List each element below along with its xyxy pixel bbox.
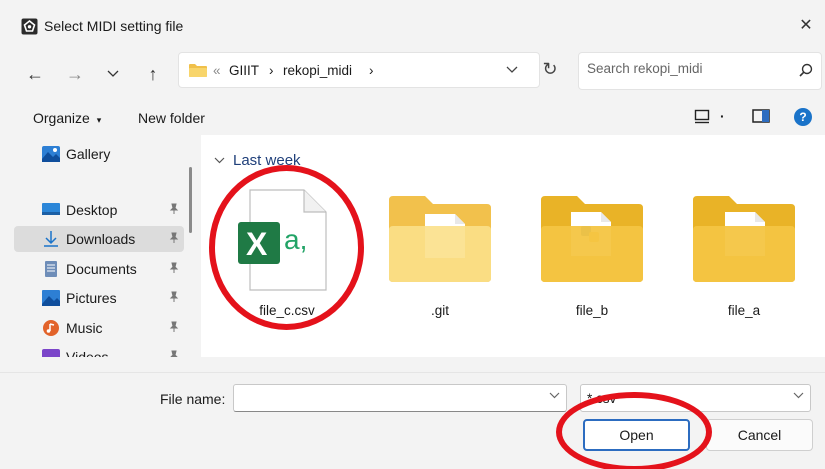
new-folder-button[interactable]: New folder bbox=[138, 110, 205, 126]
sidebar-item-label: Gallery bbox=[66, 146, 111, 162]
sidebar-item-desktop[interactable]: Desktop bbox=[14, 197, 184, 223]
sidebar-item-music[interactable]: Music bbox=[14, 315, 184, 341]
chevron-down-icon bbox=[214, 157, 225, 164]
download-icon bbox=[44, 231, 58, 247]
group-header-last-week[interactable]: Last week bbox=[214, 152, 301, 169]
excel-badge-letter: X bbox=[246, 226, 268, 262]
group-label: Last week bbox=[233, 152, 301, 169]
up-arrow-icon: ↑ bbox=[148, 63, 158, 84]
sidebar-item-videos[interactable]: Videos bbox=[14, 344, 184, 357]
file-item-file-b[interactable]: file_b bbox=[537, 186, 647, 326]
pin-icon bbox=[169, 262, 179, 273]
folder-icon bbox=[389, 196, 491, 282]
address-bar[interactable]: « GIIIT › rekopi_midi › bbox=[178, 52, 540, 88]
folder-python-icon bbox=[541, 196, 643, 282]
file-name-input[interactable] bbox=[240, 390, 540, 405]
file-item-file-a[interactable]: file_a bbox=[689, 186, 799, 326]
csv-badge-suffix: a, bbox=[284, 224, 308, 255]
documents-icon bbox=[45, 261, 57, 277]
organize-button[interactable]: Organize ▾ bbox=[33, 110, 101, 126]
close-button[interactable]: ✕ bbox=[790, 8, 822, 42]
help-glyph: ? bbox=[799, 110, 807, 124]
organize-caret-icon: ▾ bbox=[96, 115, 102, 125]
refresh-button[interactable]: ↻ bbox=[536, 55, 564, 83]
view-icon bbox=[694, 109, 710, 124]
forward-arrow-icon: → bbox=[66, 63, 84, 84]
refresh-icon: ↻ bbox=[542, 58, 558, 79]
desktop-icon bbox=[42, 203, 60, 215]
sidebar-item-pictures[interactable]: Pictures bbox=[14, 285, 184, 311]
file-item-file-c-csv[interactable]: X a, file_c.csv bbox=[232, 186, 342, 326]
sidebar-item-label: Documents bbox=[66, 261, 137, 277]
sidebar-item-downloads[interactable]: Downloads bbox=[14, 226, 184, 252]
overflow-icon[interactable]: « bbox=[213, 63, 221, 78]
breadcrumb-giiit[interactable]: GIIIT bbox=[229, 63, 259, 78]
chevron-down-icon bbox=[793, 392, 804, 399]
help-button[interactable]: ? bbox=[794, 108, 812, 126]
sidebar-item-documents[interactable]: Documents bbox=[14, 256, 184, 282]
file-type-select[interactable]: *.csv bbox=[580, 384, 811, 412]
sidebar-item-label: Desktop bbox=[66, 202, 118, 218]
file-name: .git bbox=[430, 303, 449, 318]
preview-pane-icon bbox=[752, 109, 770, 123]
view-caret-icon: · bbox=[720, 108, 725, 124]
videos-icon bbox=[42, 349, 60, 357]
sidebar-scrollbar[interactable] bbox=[189, 167, 192, 233]
close-icon: ✕ bbox=[799, 17, 813, 34]
help-icon: ? bbox=[794, 108, 812, 126]
window-title: Select MIDI setting file bbox=[44, 18, 184, 34]
file-type-value: *.csv bbox=[587, 391, 617, 406]
search-input[interactable] bbox=[587, 61, 787, 76]
file-name: file_b bbox=[575, 303, 609, 318]
sidebar-item-label: Downloads bbox=[66, 231, 136, 247]
file-name: file_a bbox=[727, 303, 761, 318]
app-icon bbox=[21, 18, 38, 35]
back-button[interactable]: ← bbox=[22, 58, 48, 90]
cancel-button[interactable]: Cancel bbox=[706, 419, 813, 451]
pin-icon bbox=[170, 350, 178, 357]
recent-locations-button[interactable] bbox=[102, 58, 124, 90]
open-button[interactable]: Open bbox=[583, 419, 690, 451]
address-dropdown-button[interactable] bbox=[500, 58, 524, 82]
sidebar-item-label: Pictures bbox=[66, 290, 117, 306]
navigation-pane: Gallery Desktop Downloads Documents Pict… bbox=[0, 135, 195, 357]
sidebar-item-label: Music bbox=[66, 320, 103, 336]
preview-pane-button[interactable] bbox=[752, 108, 770, 124]
pin-icon bbox=[169, 291, 179, 302]
breadcrumb-separator-icon[interactable]: › bbox=[369, 63, 374, 78]
music-icon bbox=[43, 320, 59, 336]
organize-label: Organize bbox=[33, 110, 90, 126]
search-box[interactable] bbox=[578, 52, 822, 90]
chevron-down-icon[interactable] bbox=[549, 392, 560, 399]
back-arrow-icon: ← bbox=[26, 63, 44, 84]
breadcrumb-rekopi-midi[interactable]: rekopi_midi bbox=[283, 63, 352, 78]
view-options-button[interactable]: · bbox=[694, 108, 725, 124]
folder-icon bbox=[693, 196, 795, 282]
forward-button[interactable]: → bbox=[62, 58, 88, 90]
title-bar: Select MIDI setting file ✕ bbox=[0, 0, 825, 48]
search-icon bbox=[799, 63, 813, 77]
folder-icon bbox=[189, 64, 207, 77]
pin-icon bbox=[169, 321, 179, 332]
sidebar-item-label: Videos bbox=[66, 349, 109, 357]
gallery-icon bbox=[42, 146, 60, 162]
file-name-combobox[interactable] bbox=[233, 384, 567, 412]
file-name-label: File name: bbox=[160, 391, 226, 407]
file-name: file_c.csv bbox=[259, 303, 315, 318]
chevron-down-icon bbox=[506, 66, 518, 73]
breadcrumb-separator-icon[interactable]: › bbox=[269, 63, 274, 78]
chevron-down-icon bbox=[107, 70, 119, 77]
sidebar-item-gallery[interactable]: Gallery bbox=[14, 141, 184, 167]
pin-icon bbox=[169, 232, 179, 243]
pin-icon bbox=[169, 203, 179, 214]
file-item-git[interactable]: .git bbox=[385, 186, 495, 326]
pictures-icon bbox=[42, 290, 60, 306]
up-button[interactable]: ↑ bbox=[140, 58, 166, 90]
